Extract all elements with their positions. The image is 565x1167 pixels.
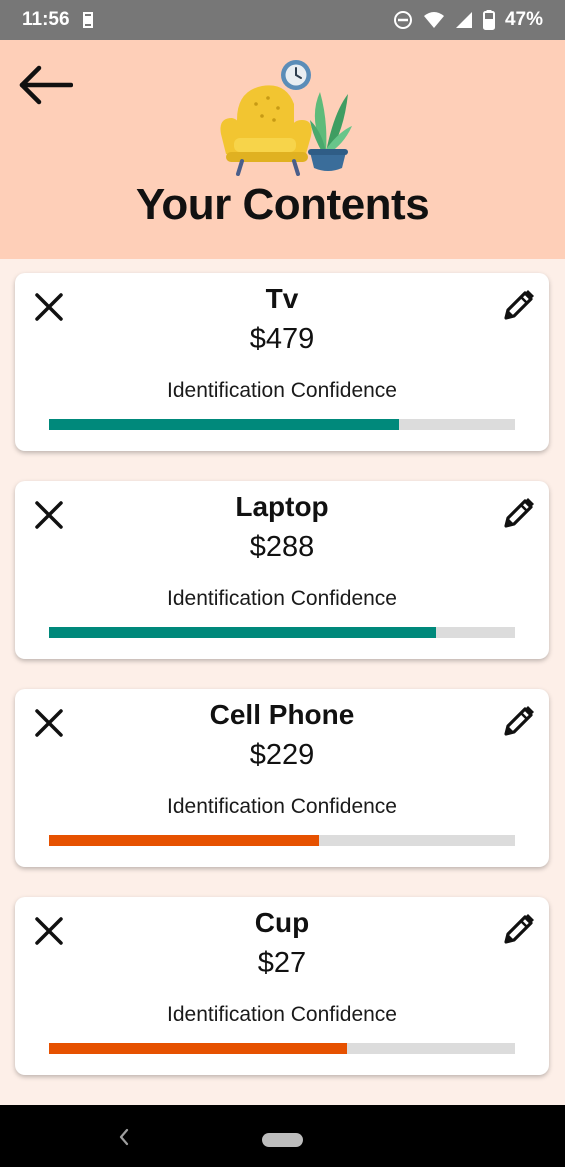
confidence-bar — [49, 627, 515, 638]
edit-item-button[interactable] — [499, 909, 539, 949]
back-button[interactable] — [14, 62, 76, 108]
confidence-label: Identification Confidence — [167, 379, 397, 402]
item-card: Cup $27 Identification Confidence — [15, 897, 549, 1075]
system-home-pill[interactable] — [262, 1133, 303, 1147]
status-right: 47% — [393, 9, 543, 31]
pencil-icon — [504, 706, 534, 736]
confidence-bar-fill — [49, 419, 399, 430]
confidence-bar-fill — [49, 835, 320, 846]
item-name: Cup — [254, 907, 310, 938]
confidence-bar — [49, 419, 515, 430]
system-nav-bar — [0, 1105, 565, 1167]
item-card: Tv $479 Identification Confidence — [15, 273, 549, 451]
battery-percent: 47% — [504, 9, 543, 30]
edit-item-button[interactable] — [499, 285, 539, 325]
sync-notification-icon — [82, 12, 93, 28]
status-left: 11:56 — [22, 9, 96, 31]
status-time: 11:56 — [22, 9, 70, 30]
confidence-bar-fill — [49, 1043, 348, 1054]
confidence-label: Identification Confidence — [167, 587, 397, 610]
item-card: Cell Phone $229 Identification Confidenc… — [15, 689, 549, 867]
armchair-plant-clock-illustration — [220, 60, 352, 176]
edit-item-button[interactable] — [499, 701, 539, 741]
item-price: $27 — [257, 947, 307, 979]
contents-list: Tv $479 Identification Confidence Laptop… — [0, 259, 565, 1105]
item-price: $479 — [249, 323, 315, 355]
edit-item-button[interactable] — [499, 493, 539, 533]
pencil-icon — [504, 498, 534, 528]
item-name: Cell Phone — [209, 699, 355, 730]
item-name: Laptop — [235, 491, 329, 522]
item-price: $288 — [249, 531, 315, 563]
arrow-left-icon — [19, 65, 73, 105]
confidence-bar — [49, 835, 515, 846]
header: Your Contents — [0, 40, 565, 259]
chevron-left-icon — [119, 1128, 129, 1146]
pencil-icon — [504, 914, 534, 944]
status-bar: 11:56 47% — [0, 0, 565, 40]
do-not-disturb-icon — [393, 11, 412, 29]
confidence-label: Identification Confidence — [167, 1003, 397, 1026]
item-price: $229 — [249, 739, 315, 771]
item-card: Laptop $288 Identification Confidence — [15, 481, 549, 659]
confidence-bar — [49, 1043, 515, 1054]
page-title: Your Contents — [135, 180, 430, 229]
wifi-icon — [423, 12, 444, 28]
system-back-button[interactable] — [112, 1125, 136, 1149]
confidence-label: Identification Confidence — [167, 795, 397, 818]
item-name: Tv — [265, 283, 299, 314]
pencil-icon — [504, 290, 534, 320]
confidence-bar-fill — [49, 627, 436, 638]
battery-icon — [482, 10, 495, 30]
cell-signal-icon — [455, 12, 472, 28]
